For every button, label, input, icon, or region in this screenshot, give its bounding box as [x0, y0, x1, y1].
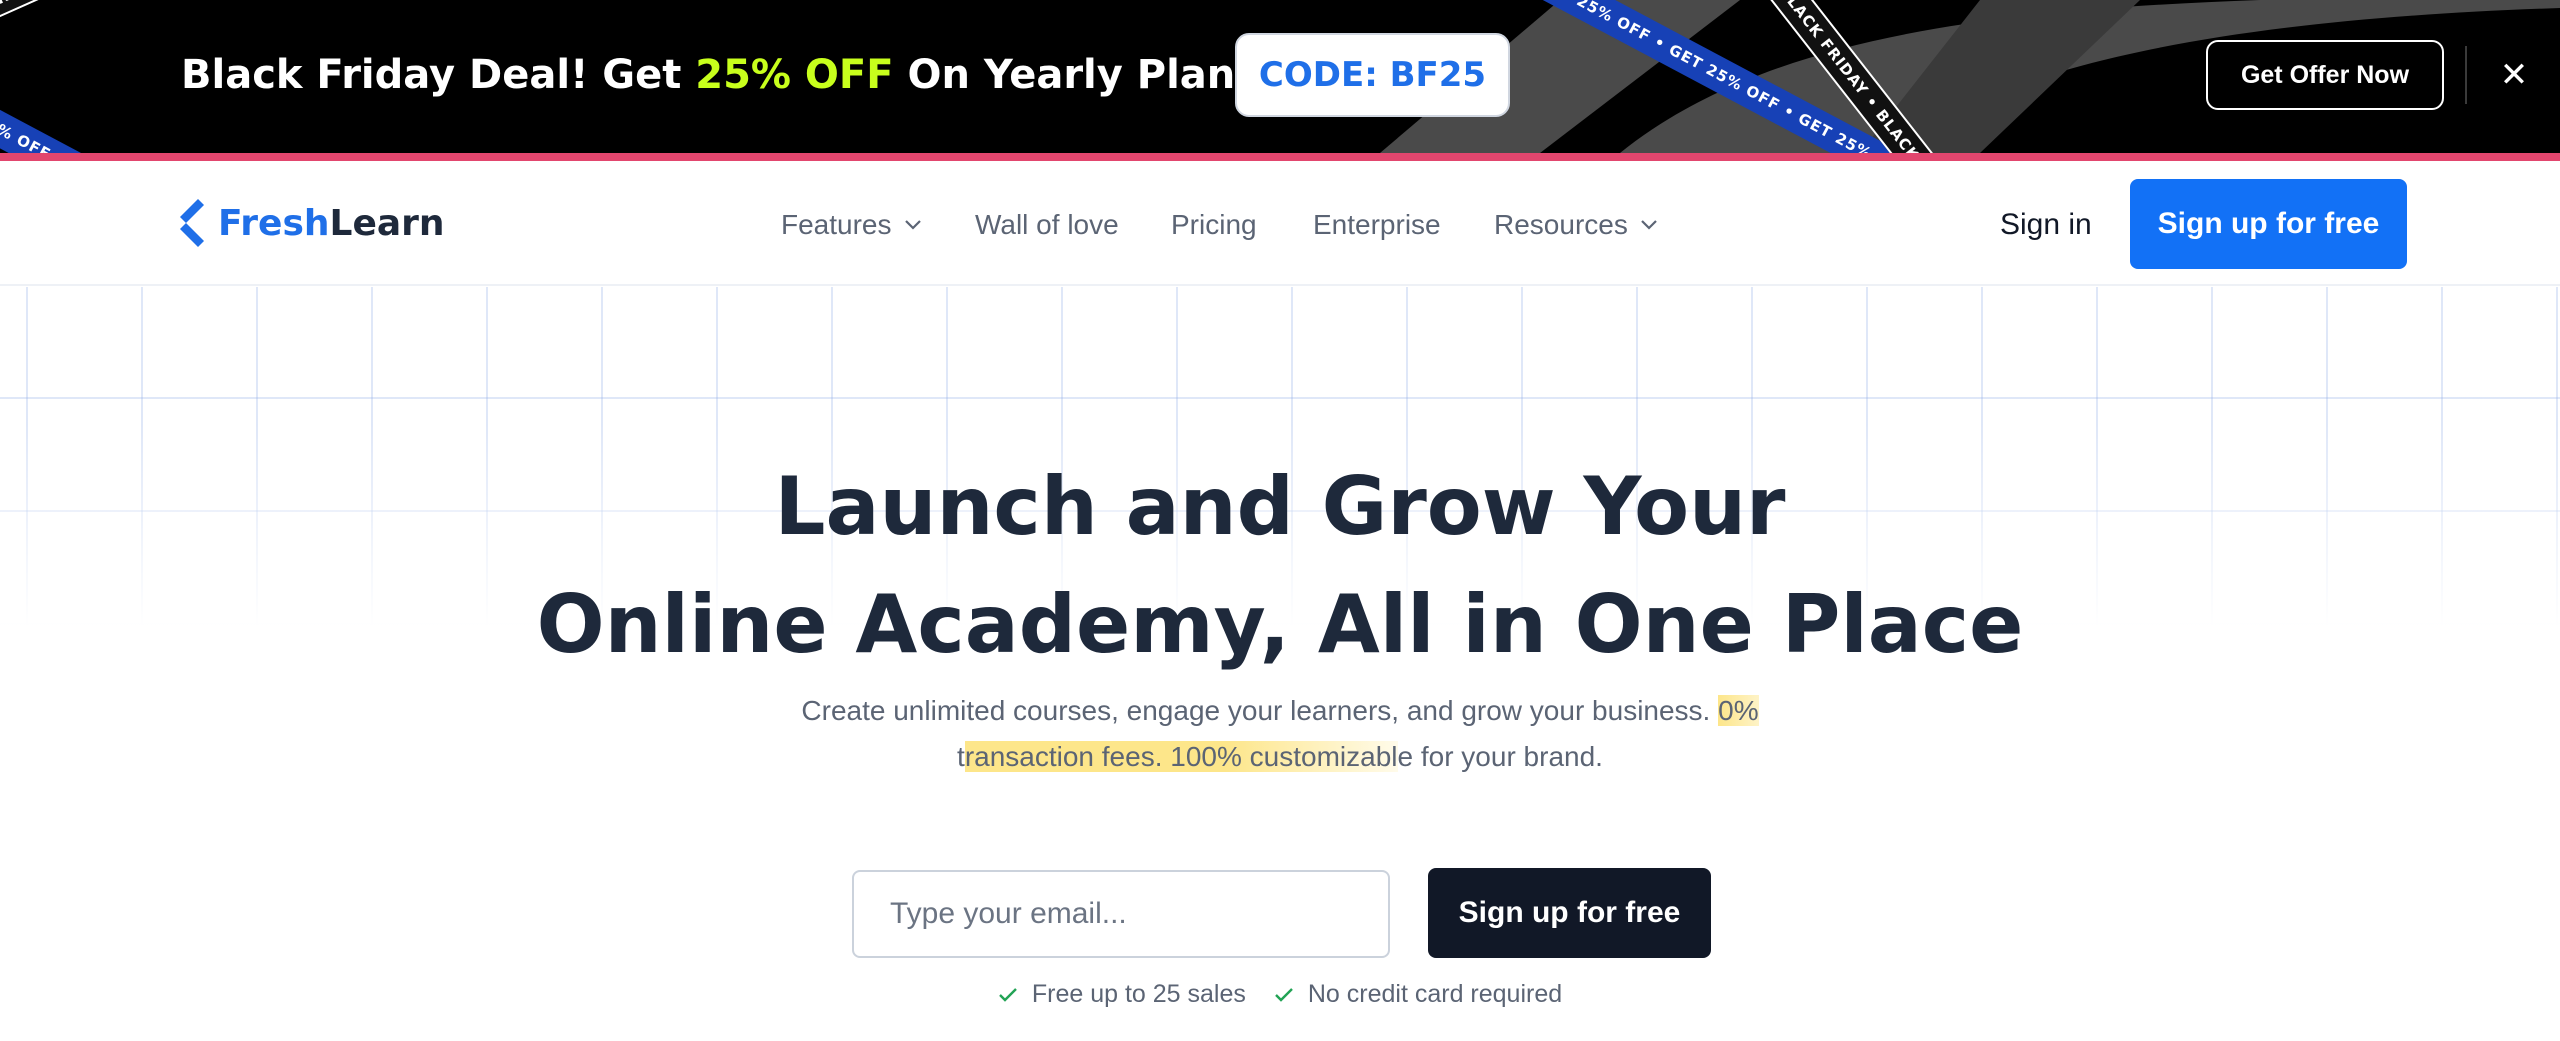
chevron-down-icon — [1641, 220, 1657, 230]
nav-item-resources[interactable]: Resources — [1494, 205, 1658, 245]
nav-item-label: Pricing — [1171, 209, 1257, 240]
promo-divider — [2465, 46, 2467, 104]
logo-text-learn: Learn — [329, 202, 445, 244]
navbar: Fresh Learn Features Wall of love Pricing… — [0, 161, 2560, 286]
nav-item-wall-of-love[interactable]: Wall of love — [975, 205, 1119, 245]
perks-list: Free up to 25 sales No credit card requi… — [0, 980, 2560, 1009]
freshlearn-logo-icon — [180, 199, 204, 247]
hero-title-line-2: Online Academy, All in One Place — [536, 578, 2024, 671]
promo-headline: Black Friday Deal! Get 25% OFF On Yearly… — [181, 46, 1347, 104]
logo-text-fresh: Fresh — [218, 202, 330, 244]
nav-item-label: Resources — [1494, 209, 1628, 240]
close-icon[interactable]: ✕ — [2494, 52, 2534, 98]
perk-label: Free up to 25 sales — [1031, 980, 1246, 1008]
nav-item-label: Features — [781, 209, 892, 240]
subtitle-highlight: 0% — [1718, 695, 1759, 726]
promo-banner: BLACK FRIDAY • BLACK FRIDAY • BLACK FRID… — [0, 0, 2560, 153]
subtitle-text: Create unlimited courses, engage your le… — [801, 695, 1719, 726]
email-input[interactable] — [852, 870, 1390, 958]
hero-sign-up-button[interactable]: Sign up for free — [1428, 868, 1711, 958]
perk-label: No credit card required — [1307, 980, 1563, 1008]
promo-discount: 25% OFF — [695, 52, 894, 98]
subtitle-text: e for your brand. — [1397, 741, 1603, 772]
hero-subtitle: Create unlimited courses, engage your le… — [770, 688, 1790, 780]
nav-item-label: Wall of love — [975, 209, 1119, 240]
nav-item-enterprise[interactable]: Enterprise — [1313, 205, 1441, 245]
sign-in-link[interactable]: Sign in — [2000, 205, 2092, 245]
promo-text-start: Black Friday Deal! Get — [181, 52, 696, 98]
perk-item: Free up to 25 sales — [998, 980, 1246, 1009]
hero-title-line-1: Launch and Grow Your — [774, 460, 1786, 553]
check-icon — [998, 987, 1017, 1002]
sign-up-button[interactable]: Sign up for free — [2130, 179, 2407, 269]
nav-item-label: Enterprise — [1313, 209, 1441, 240]
promo-code[interactable]: CODE: BF25 — [1235, 33, 1510, 117]
check-icon — [1275, 987, 1293, 1002]
chevron-down-icon — [904, 220, 921, 230]
promo-accent-line — [0, 153, 2560, 161]
nav-item-pricing[interactable]: Pricing — [1171, 205, 1257, 245]
logo[interactable]: Fresh Learn — [176, 193, 445, 253]
nav-item-features[interactable]: Features — [781, 205, 922, 245]
subtitle-highlight: ransaction fees. 100% customizabl — [964, 741, 1398, 772]
perk-item: No credit card required — [1274, 980, 1562, 1009]
hero-title: Launch and Grow Your Online Academy, All… — [0, 448, 2560, 684]
subtitle-text: t — [957, 741, 965, 772]
get-offer-button[interactable]: Get Offer Now — [2206, 40, 2444, 110]
